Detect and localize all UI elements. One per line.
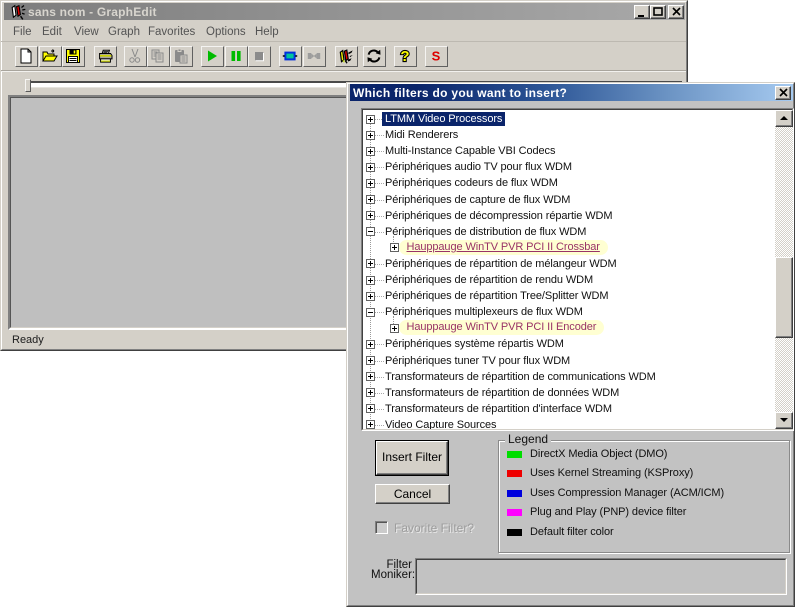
svg-text:S: S: [432, 49, 441, 64]
svg-text:?: ?: [400, 48, 409, 64]
